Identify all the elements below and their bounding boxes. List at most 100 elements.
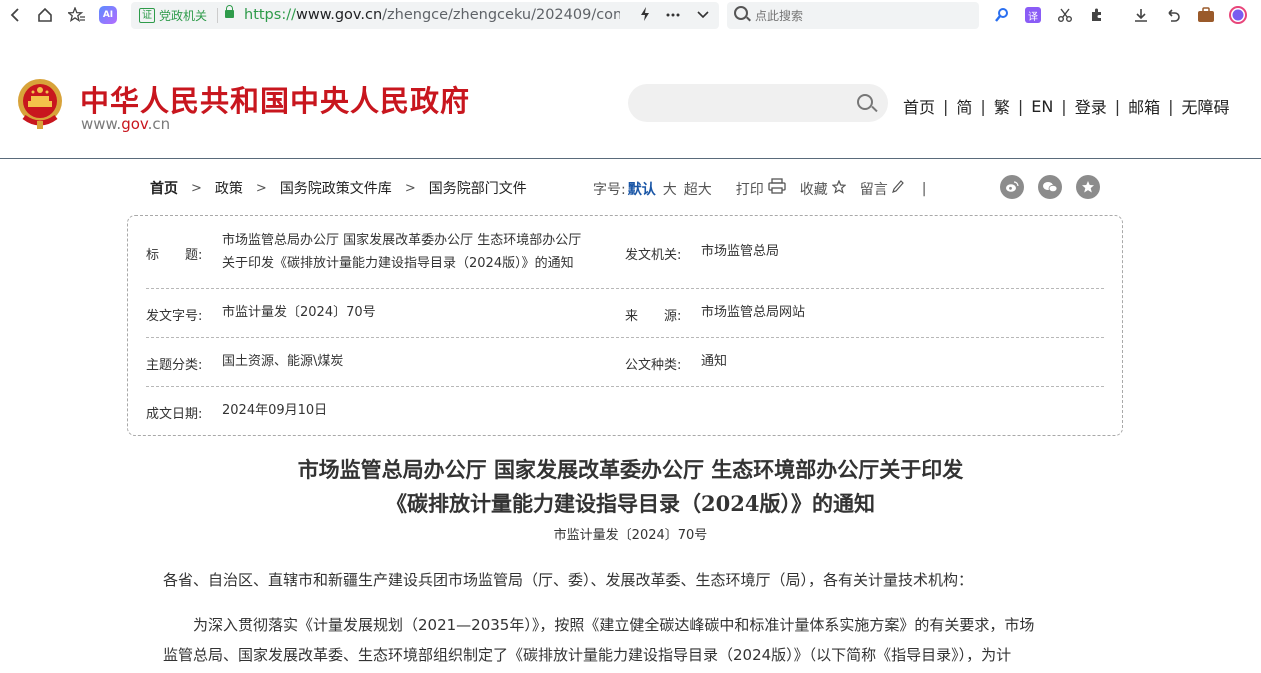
browser-toolbar: AI 证 党政机关 https://www.gov.cn/zhengce/zhe… bbox=[0, 0, 1261, 31]
doctype-value: 通知 bbox=[701, 354, 728, 369]
cert-text: 党政机关 bbox=[159, 9, 208, 23]
url-text[interactable]: https://www.gov.cn/zhengce/zhengceku/202… bbox=[244, 7, 620, 25]
star-icon bbox=[831, 178, 847, 198]
magnifier-icon[interactable] bbox=[991, 4, 1013, 26]
tools-divider: | bbox=[921, 180, 927, 197]
briefcase-icon[interactable] bbox=[1195, 4, 1217, 26]
nav-separator: | bbox=[1061, 96, 1067, 116]
browser-search-input[interactable] bbox=[755, 7, 965, 24]
printer-icon bbox=[768, 178, 786, 198]
qzone-icon[interactable] bbox=[1076, 175, 1100, 199]
top-nav: 首页 | 简 | 繁 | EN | 登录 | 邮箱 | 无障碍 bbox=[903, 94, 1230, 118]
comment-button[interactable]: 留言 bbox=[860, 179, 904, 199]
docno-label: 发文字号: bbox=[146, 309, 203, 324]
article-title-line2: 《碳排放计量能力建设指导目录（2024版）》的通知 bbox=[386, 491, 875, 516]
favorite-label: 收藏 bbox=[799, 181, 828, 198]
search-icon[interactable] bbox=[857, 94, 873, 110]
scissors-icon[interactable] bbox=[1054, 4, 1076, 26]
date-label: 成文日期: bbox=[146, 407, 203, 422]
comment-label: 留言 bbox=[859, 181, 888, 198]
undo-icon[interactable] bbox=[1162, 4, 1184, 26]
nav-separator: | bbox=[1168, 96, 1174, 116]
home-icon[interactable] bbox=[34, 4, 56, 26]
ai-avatar-icon[interactable] bbox=[1227, 4, 1249, 26]
more-icon[interactable] bbox=[665, 6, 681, 26]
translate-icon[interactable]: 译 bbox=[1022, 4, 1044, 26]
site-domain: www.gov.cn bbox=[81, 115, 170, 133]
nav-separator: | bbox=[980, 96, 986, 116]
chevron-down-icon[interactable] bbox=[695, 6, 711, 26]
chevron-right-icon: > bbox=[404, 180, 416, 196]
nav-home[interactable]: 首页 bbox=[903, 94, 935, 118]
font-size-default[interactable]: 默认 bbox=[628, 179, 656, 199]
favorites-star-icon[interactable] bbox=[66, 4, 88, 26]
print-button[interactable]: 打印 bbox=[736, 178, 786, 199]
nav-separator: | bbox=[1114, 96, 1121, 116]
site-search-box[interactable] bbox=[628, 84, 888, 122]
source-label: 来 源: bbox=[625, 309, 682, 324]
nav-mail[interactable]: 邮箱 bbox=[1128, 94, 1160, 118]
topic-value: 国土资源、能源\煤炭 bbox=[222, 354, 344, 369]
nav-login[interactable]: 登录 bbox=[1075, 94, 1107, 118]
title-value-line2: 关于印发《碳排放计量能力建设指导目录（2024版）》的通知 bbox=[222, 256, 574, 271]
issuer-value: 市场监管总局 bbox=[701, 244, 780, 259]
nav-separator: | bbox=[1017, 96, 1024, 116]
article-paragraph: 为深入贯彻落实《计量发展规划（2021—2035年）》，按照《建立健全碳达峰碳中… bbox=[193, 616, 1035, 634]
row-divider bbox=[146, 386, 1104, 387]
issuer-label: 发文机关: bbox=[625, 248, 682, 263]
domain-mid: gov bbox=[121, 115, 148, 133]
download-icon[interactable] bbox=[1130, 4, 1152, 26]
breadcrumb: 首页 > 政策 > 国务院政策文件库 > 国务院部门文件 bbox=[150, 178, 527, 198]
breadcrumb-policy[interactable]: 政策 bbox=[215, 178, 243, 198]
date-value: 2024年09月10日 bbox=[222, 403, 328, 418]
nav-accessibility[interactable]: 无障碍 bbox=[1182, 94, 1230, 118]
font-size-label: 字号: bbox=[593, 181, 626, 198]
search-icon bbox=[734, 6, 748, 20]
nav-separator: | bbox=[943, 96, 949, 116]
topic-label: 主题分类: bbox=[146, 358, 203, 373]
article-paragraph: 监管总局、国家发展改革委、生态环境部组织制定了《碳排放计量能力建设指导目录（20… bbox=[163, 646, 1012, 664]
breadcrumb-home[interactable]: 首页 bbox=[150, 178, 178, 198]
cert-badge[interactable]: 证 党政机关 bbox=[139, 6, 207, 25]
lightning-icon[interactable] bbox=[639, 6, 651, 26]
weibo-icon[interactable] bbox=[1000, 175, 1024, 199]
back-icon[interactable] bbox=[5, 4, 27, 26]
domain-prefix: www. bbox=[81, 115, 122, 133]
domain-suffix: .cn bbox=[147, 115, 171, 133]
lock-icon[interactable] bbox=[225, 5, 234, 18]
url-path: /zhengce/zhengceku/202409/content bbox=[382, 7, 620, 23]
nav-traditional[interactable]: 繁 bbox=[994, 94, 1010, 118]
header-divider bbox=[0, 158, 1261, 159]
title-label: 标 题: bbox=[146, 248, 203, 263]
document-info-box: 标 题: 市场监管总局办公厅 国家发展改革委办公厅 生态环境部办公厅 关于印发《… bbox=[127, 215, 1123, 436]
site-title[interactable]: 中华人民共和国中央人民政府 bbox=[80, 78, 470, 120]
wechat-icon[interactable] bbox=[1038, 175, 1062, 199]
national-emblem-logo[interactable] bbox=[15, 77, 65, 131]
url-scheme: https:// bbox=[244, 7, 296, 23]
cert-icon: 证 bbox=[139, 8, 155, 23]
row-divider bbox=[146, 337, 1104, 338]
title-value-line1: 市场监管总局办公厅 国家发展改革委办公厅 生态环境部办公厅 bbox=[222, 233, 582, 248]
source-value: 市场监管总局网站 bbox=[701, 305, 806, 320]
breadcrumb-dept-docs[interactable]: 国务院部门文件 bbox=[429, 178, 527, 198]
doctype-label: 公文种类: bbox=[625, 358, 682, 373]
font-size-large[interactable]: 大 bbox=[663, 179, 677, 199]
ai-assistant-icon[interactable]: AI bbox=[99, 6, 117, 24]
font-size-xlarge[interactable]: 超大 bbox=[684, 179, 712, 199]
article-paragraph: 各省、自治区、直辖市和新疆生产建设兵团市场监管局（厅、委）、发展改革委、生态环境… bbox=[163, 571, 974, 589]
nav-english[interactable]: EN bbox=[1031, 97, 1053, 116]
row-divider bbox=[146, 288, 1104, 289]
address-bar[interactable]: 证 党政机关 https://www.gov.cn/zhengce/zhengc… bbox=[131, 2, 719, 29]
url-host: www.gov.cn bbox=[295, 7, 383, 23]
divider bbox=[217, 8, 218, 23]
translate-label: 译 bbox=[1025, 7, 1041, 23]
nav-simplified[interactable]: 简 bbox=[956, 94, 972, 118]
print-label: 打印 bbox=[735, 182, 764, 198]
article-tools: 字号: 默认 大 超大 打印 收藏 留言 | bbox=[593, 178, 926, 199]
breadcrumb-policy-library[interactable]: 国务院政策文件库 bbox=[280, 178, 392, 198]
browser-search[interactable] bbox=[727, 2, 979, 29]
favorite-button[interactable]: 收藏 bbox=[799, 178, 847, 199]
extensions-icon[interactable] bbox=[1086, 4, 1108, 26]
chevron-right-icon: > bbox=[255, 180, 267, 196]
chevron-right-icon: > bbox=[191, 180, 202, 196]
